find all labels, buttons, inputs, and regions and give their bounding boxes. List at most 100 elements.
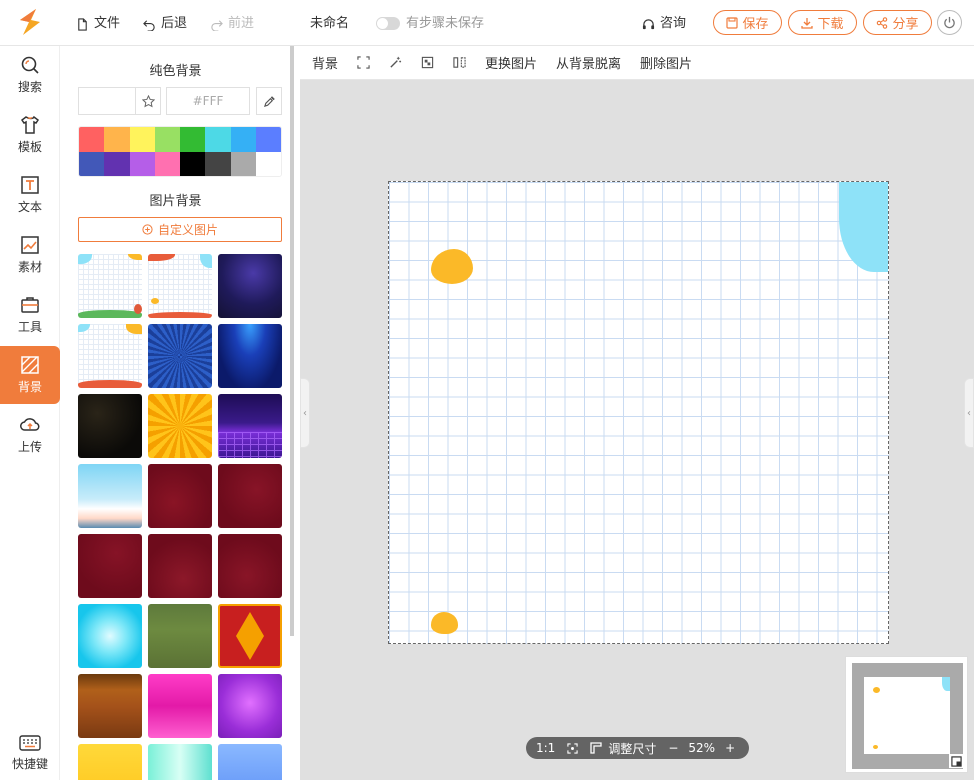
bg-thumbnail[interactable]: [148, 604, 212, 668]
hex-color-input[interactable]: #FFF: [166, 87, 250, 115]
sidebar-item-background[interactable]: 背景: [0, 346, 60, 404]
sidebar-item-tools[interactable]: 工具: [0, 286, 60, 344]
delete-image-button[interactable]: 删除图片: [640, 53, 692, 72]
sidebar-item-label: 素材: [17, 260, 42, 274]
blue-blob-shape[interactable]: [839, 182, 888, 272]
logout-button[interactable]: [937, 10, 962, 35]
download-label: 下载: [817, 17, 844, 32]
color-swatch-preview[interactable]: [78, 87, 135, 115]
palette-swatch[interactable]: [205, 127, 231, 152]
palette-swatch[interactable]: [104, 151, 130, 176]
bg-thumbnail[interactable]: [148, 744, 212, 780]
redo-button[interactable]: 前进: [210, 15, 254, 33]
material-icon: [21, 236, 39, 254]
bg-thumbnail[interactable]: [218, 604, 282, 668]
autosave-toggle[interactable]: [376, 17, 400, 30]
palette-swatch[interactable]: [255, 127, 281, 152]
bg-thumbnail[interactable]: [218, 464, 282, 528]
bg-thumbnail[interactable]: [78, 744, 142, 780]
sidebar-item-template[interactable]: 模板: [0, 106, 60, 164]
zoom-in-button[interactable]: +: [725, 741, 735, 755]
bg-thumbnail[interactable]: [218, 394, 282, 458]
palette-swatch[interactable]: [154, 127, 180, 152]
bg-thumbnail[interactable]: [78, 324, 142, 388]
share-button[interactable]: 分享: [863, 10, 932, 35]
zoom-out-button[interactable]: −: [668, 741, 678, 755]
bg-thumbnail-grid: [78, 254, 282, 780]
sidebar-item-text[interactable]: 文本: [0, 166, 60, 224]
bg-thumbnail[interactable]: [218, 744, 282, 780]
adjust-size-button[interactable]: 调整尺寸: [608, 740, 656, 757]
bg-thumbnail[interactable]: [218, 254, 282, 318]
collapse-left-handle[interactable]: ‹: [300, 378, 310, 448]
palette-swatch[interactable]: [230, 151, 256, 176]
palette-swatch[interactable]: [129, 151, 155, 176]
chevron-left-icon: ‹: [303, 407, 307, 419]
palette-swatch[interactable]: [180, 127, 206, 152]
palette-swatch[interactable]: [180, 151, 206, 176]
custom-image-button[interactable]: 自定义图片: [78, 217, 282, 242]
eyedropper-button[interactable]: [256, 87, 282, 115]
file-menu[interactable]: 文件: [76, 15, 120, 33]
bg-thumbnail[interactable]: [218, 324, 282, 388]
bg-thumbnail[interactable]: [218, 534, 282, 598]
mosaic-icon: [421, 56, 434, 69]
design-canvas[interactable]: [388, 181, 889, 644]
minimap[interactable]: [845, 656, 968, 773]
custom-image-label: 自定义图片: [157, 223, 218, 237]
undo-label: 后退: [161, 16, 188, 31]
logo-icon[interactable]: [14, 6, 46, 38]
detach-button[interactable]: 从背景脱离: [556, 53, 621, 72]
mosaic-tool-button[interactable]: [421, 56, 434, 69]
ratio-button[interactable]: 1:1: [536, 741, 555, 755]
bg-thumbnail[interactable]: [148, 254, 212, 318]
bg-thumbnail[interactable]: [148, 534, 212, 598]
orange-blob-small-shape[interactable]: [431, 612, 458, 634]
panel-scrollbar[interactable]: [290, 46, 294, 636]
undo-button[interactable]: 后退: [143, 15, 187, 33]
document-name[interactable]: 未命名: [310, 15, 349, 33]
bg-thumbnail[interactable]: [78, 394, 142, 458]
palette-swatch[interactable]: [205, 151, 231, 176]
palette-swatch[interactable]: [255, 151, 281, 176]
sidebar-item-search[interactable]: 搜索: [0, 46, 60, 104]
fit-screen-button[interactable]: [567, 742, 578, 754]
bg-thumbnail[interactable]: [148, 394, 212, 458]
palette-swatch[interactable]: [154, 151, 180, 176]
left-rail: 搜索 模板 文本 素材 工具 背景 上传: [0, 46, 60, 780]
favorite-color-button[interactable]: [135, 87, 161, 115]
orange-blob-shape[interactable]: [431, 249, 473, 284]
bg-thumbnail[interactable]: [148, 324, 212, 388]
image-bg-title: 图片背景: [149, 194, 202, 209]
bg-thumbnail[interactable]: [78, 674, 142, 738]
palette-swatch[interactable]: [104, 127, 130, 152]
consult-button[interactable]: 咨询: [642, 15, 686, 33]
palette-swatch[interactable]: [79, 127, 105, 152]
save-label: 保存: [742, 17, 769, 32]
bg-thumbnail[interactable]: [78, 464, 142, 528]
shortcut-button[interactable]: 快捷键: [0, 726, 60, 780]
sidebar-item-upload[interactable]: 上传: [0, 406, 60, 464]
bg-thumbnail[interactable]: [148, 674, 212, 738]
palette-swatch[interactable]: [230, 127, 256, 152]
download-button[interactable]: 下载: [788, 10, 857, 35]
bg-thumbnail[interactable]: [218, 674, 282, 738]
palette-swatch[interactable]: [79, 151, 105, 176]
collapse-right-handle[interactable]: ‹: [964, 378, 974, 448]
bg-thumbnail[interactable]: [78, 604, 142, 668]
flip-tool-button[interactable]: [453, 56, 466, 69]
save-button[interactable]: 保存: [713, 10, 782, 35]
sidebar-item-material[interactable]: 素材: [0, 226, 60, 284]
bg-thumbnail[interactable]: [78, 254, 142, 318]
solid-bg-title: 纯色背景: [149, 64, 202, 79]
replace-image-button[interactable]: 更换图片: [485, 53, 537, 72]
palette-swatch[interactable]: [129, 127, 155, 152]
consult-label: 咨询: [660, 16, 687, 31]
minimap-toggle-button[interactable]: [949, 754, 963, 768]
star-icon: [141, 94, 155, 107]
sidebar-item-label: 背景: [17, 380, 42, 394]
bg-thumbnail[interactable]: [148, 464, 212, 528]
fit-tool-button[interactable]: [357, 56, 370, 69]
magic-tool-button[interactable]: [389, 56, 402, 69]
bg-thumbnail[interactable]: [78, 534, 142, 598]
